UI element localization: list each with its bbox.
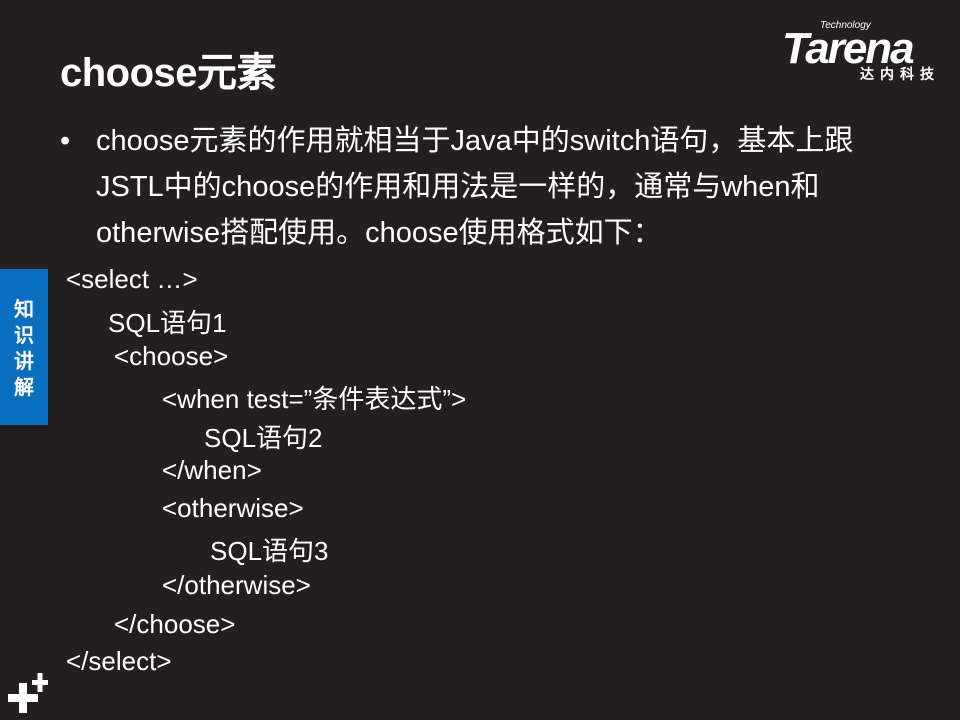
code-line: </when> (162, 455, 262, 485)
code-line: <when test=”条件表达式”> (162, 384, 467, 414)
code-line: <otherwise> (162, 493, 304, 523)
code-line: SQL语句2 (204, 423, 323, 453)
plus-decoration-icon (8, 673, 48, 713)
tarena-logo: Technology Tarena 达内科技 (780, 20, 950, 85)
slide-title: choose元素 (60, 51, 277, 95)
bullet-icon: • (60, 125, 71, 157)
side-tab-label: 知识讲解 (14, 299, 34, 399)
code-line: <select …> (66, 264, 198, 294)
code-line: </choose> (114, 609, 236, 639)
code-line: </otherwise> (162, 570, 311, 600)
bullet-point: • choose元素的作用就相当于Java中的switch语句，基本上跟JSTL… (60, 118, 920, 256)
code-line: <choose> (114, 341, 229, 371)
bullet-text: choose元素的作用就相当于Java中的switch语句，基本上跟JSTL中的… (96, 125, 854, 249)
code-line: </select> (66, 646, 172, 676)
code-line: SQL语句1 (108, 308, 227, 338)
code-line: SQL语句3 (210, 536, 329, 566)
logo-cn: 达内科技 (860, 66, 940, 82)
side-tab: 知识讲解 (0, 269, 48, 425)
